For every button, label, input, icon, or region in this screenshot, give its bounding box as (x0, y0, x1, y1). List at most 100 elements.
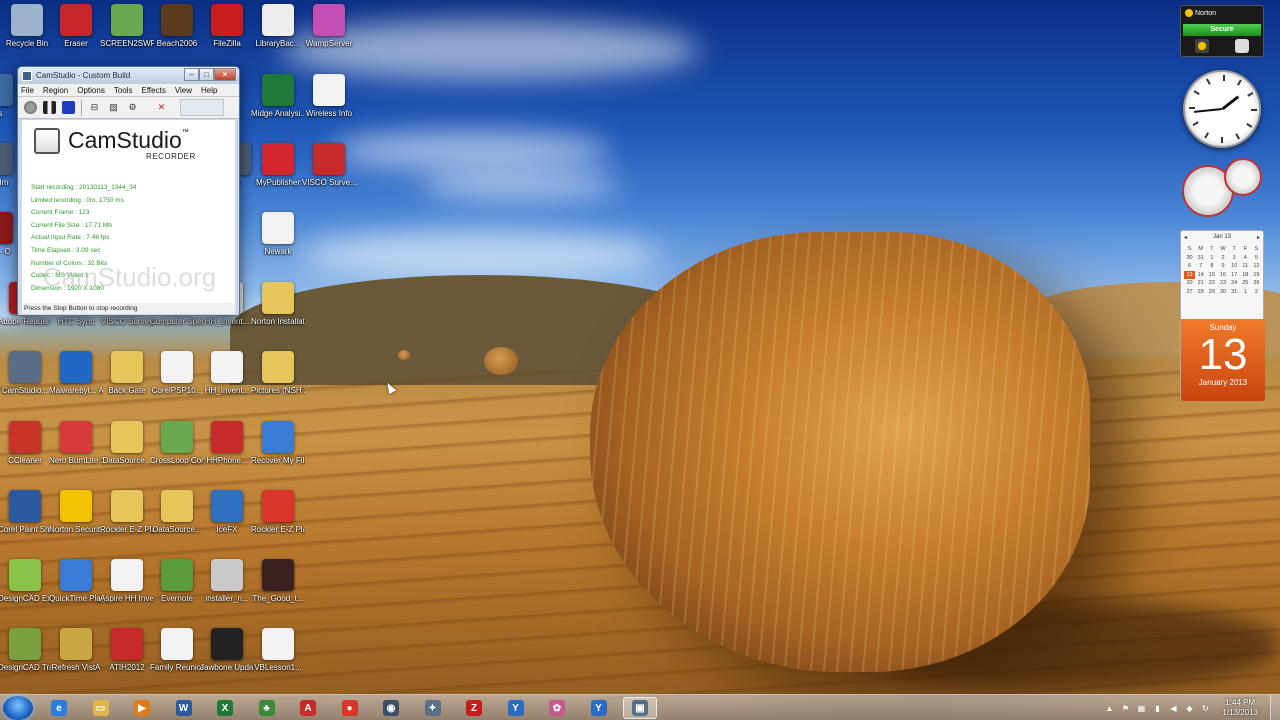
desktop-icon[interactable]: CorelPSP10... (150, 351, 204, 413)
norton-tray-icon[interactable]: ◆ (1184, 703, 1194, 713)
calendar-day-cell[interactable]: 1 (1206, 254, 1217, 263)
pause-button[interactable] (43, 101, 56, 114)
menu-file[interactable]: File (21, 86, 34, 95)
calendar-day-cell[interactable]: 21 (1195, 279, 1206, 288)
desktop-icon[interactable]: QuickTime Player (49, 559, 103, 621)
menu-view[interactable]: View (175, 86, 192, 95)
desktop-icon[interactable]: CamStudio... (0, 351, 52, 413)
taskbar-item[interactable]: X (208, 697, 242, 719)
desktop-icon[interactable]: SCREEN2SWF (100, 4, 154, 66)
norton-scan-icon[interactable] (1195, 39, 1209, 53)
taskbar-item[interactable]: A (291, 697, 325, 719)
desktop-icon[interactable]: VISCO Surve... (302, 143, 356, 205)
tray-expand-icon[interactable]: ▲ (1104, 703, 1114, 713)
desktop-icon[interactable]: CCleaner (0, 421, 52, 483)
calendar-day-cell[interactable]: 6 (1184, 262, 1195, 271)
calendar-day-cell[interactable]: 24 (1229, 279, 1240, 288)
calendar-day-cell[interactable]: 25 (1240, 279, 1251, 288)
desktop-icon[interactable]: WampServer (302, 4, 356, 66)
maximize-button[interactable]: □ (199, 68, 214, 81)
desktop-icon[interactable]: HH_Invent... (200, 351, 254, 413)
autopan-icon[interactable]: ✕ (155, 101, 168, 114)
menu-effects[interactable]: Effects (142, 86, 166, 95)
desktop-icon[interactable]: DataSource... (100, 421, 154, 483)
calendar-day-cell[interactable]: 22 (1206, 279, 1217, 288)
desktop-icon[interactable]: Nero BurnLite 10 (49, 421, 103, 483)
calendar-day-cell[interactable]: 30 (1184, 254, 1195, 263)
taskbar-item[interactable]: ● (333, 697, 367, 719)
desktop-icon[interactable]: DesignCAD Express 16 (0, 559, 52, 621)
desktop-icon[interactable]: HHPhone... (200, 421, 254, 483)
desktop-icon[interactable]: CrossLoop Connect (150, 421, 204, 483)
menu-tools[interactable]: Tools (114, 86, 133, 95)
calendar-day-cell[interactable]: 28 (1195, 288, 1206, 297)
annotation-icon[interactable]: ▨ (107, 101, 120, 114)
desktop-icon[interactable]: DataSource... (150, 490, 204, 552)
desktop-icon[interactable]: Norton Installati... (251, 282, 305, 344)
calendar-day-cell[interactable]: 20 (1184, 279, 1195, 288)
start-button[interactable] (3, 696, 33, 720)
desktop-icon[interactable]: VBLesson1... (251, 628, 305, 690)
desktop-icon[interactable]: Family Reunion (150, 628, 204, 690)
calendar-day-cell[interactable]: 11 (1240, 262, 1251, 271)
taskbar-item[interactable]: Y (582, 697, 616, 719)
memory-meter-gadget[interactable] (1224, 158, 1262, 196)
taskbar-item[interactable]: ♣ (250, 697, 284, 719)
taskbar-item[interactable]: Z (457, 697, 491, 719)
calendar-day-cell[interactable]: 10 (1229, 262, 1240, 271)
stop-button[interactable] (62, 101, 75, 114)
taskbar-item[interactable]: ✿ (540, 697, 574, 719)
webcam-icon[interactable]: ⚙ (126, 101, 139, 114)
calendar-day-cell[interactable]: 9 (1217, 262, 1228, 271)
desktop-icon[interactable]: Recycle Bin (0, 4, 54, 66)
desktop-icon[interactable]: Rockler E-Z Plan 6 C... (251, 490, 305, 552)
calendar-day-cell[interactable]: 12 (1251, 262, 1262, 271)
desktop-icon[interactable]: Aspire HH Inventory (100, 559, 154, 621)
desktop-icon[interactable]: Midge Analysi... (251, 74, 305, 136)
menu-options[interactable]: Options (77, 86, 105, 95)
desktop-icon[interactable]: Corel Paint Shop Pro... (0, 490, 52, 552)
calendar-day-cell[interactable]: 2 (1217, 254, 1228, 263)
calendar-day-cell[interactable]: 13 (1184, 270, 1196, 279)
calendar-day-cell[interactable]: 17 (1229, 271, 1240, 280)
calendar-day-cell[interactable]: 23 (1217, 279, 1228, 288)
taskbar-item[interactable]: ▣ (623, 697, 657, 719)
desktop-icon[interactable]: ATIH2012 (100, 628, 154, 690)
norton-tasks-icon[interactable] (1235, 39, 1249, 53)
desktop-icon[interactable]: Norton Security Suite (49, 490, 103, 552)
desktop-icon[interactable]: MyPublisher (251, 143, 305, 205)
desktop-icon[interactable]: IceFX (200, 490, 254, 552)
calendar-day-cell[interactable]: 3 (1229, 254, 1240, 263)
desktop-icon[interactable]: installer_n... (200, 559, 254, 621)
taskbar-item[interactable]: ▭ (84, 697, 118, 719)
camstudio-window[interactable]: CamStudio - Custom Build – □ × File Regi… (17, 66, 240, 316)
desktop-icon[interactable]: Refresh VistA (49, 628, 103, 690)
calendar-day-cell[interactable]: 19 (1251, 271, 1262, 280)
desktop-icon[interactable]: Jawbone Updater (200, 628, 254, 690)
volume-icon[interactable]: ◀ (1168, 703, 1178, 713)
taskbar-item[interactable]: ✦ (416, 697, 450, 719)
power-icon[interactable]: ▮ (1152, 703, 1162, 713)
desktop-icon[interactable]: Wireless Info (302, 74, 356, 136)
calendar-day-cell[interactable]: 31 (1229, 288, 1240, 297)
desktop-icon[interactable]: Back Gate (100, 351, 154, 413)
calendar-day-cell[interactable]: 16 (1217, 271, 1228, 280)
desktop-icon[interactable]: DesignCAD Training (0, 628, 52, 690)
calendar-day-cell[interactable]: 27 (1184, 288, 1195, 297)
calendar-day-cell[interactable]: 30 (1217, 288, 1228, 297)
calendar-day-cell[interactable]: 2 (1251, 288, 1262, 297)
desktop-icon[interactable]: Eraser (49, 4, 103, 66)
close-button[interactable]: × (214, 68, 236, 81)
calendar-prev-arrow[interactable]: ◂ (1184, 234, 1187, 241)
minimize-button[interactable]: – (184, 68, 199, 81)
desktop-icon[interactable]: FileZilla (200, 4, 254, 66)
region-icon[interactable]: ⊟ (88, 101, 101, 114)
taskbar-item[interactable]: ◉ (374, 697, 408, 719)
calendar-day-cell[interactable]: 31 (1195, 254, 1206, 263)
network-icon[interactable]: ▦ (1136, 703, 1146, 713)
calendar-next-arrow[interactable]: ▸ (1257, 234, 1260, 241)
menu-region[interactable]: Region (43, 86, 68, 95)
calendar-day-cell[interactable]: 5 (1251, 254, 1262, 263)
calendar-day-cell[interactable]: 26 (1251, 279, 1262, 288)
calendar-gadget[interactable]: ◂ Jan 13 ▸ S M T W T F S 30 31 1 2 3 4 5 6 7 8 9 10 11 12 13 1… (1180, 230, 1265, 401)
